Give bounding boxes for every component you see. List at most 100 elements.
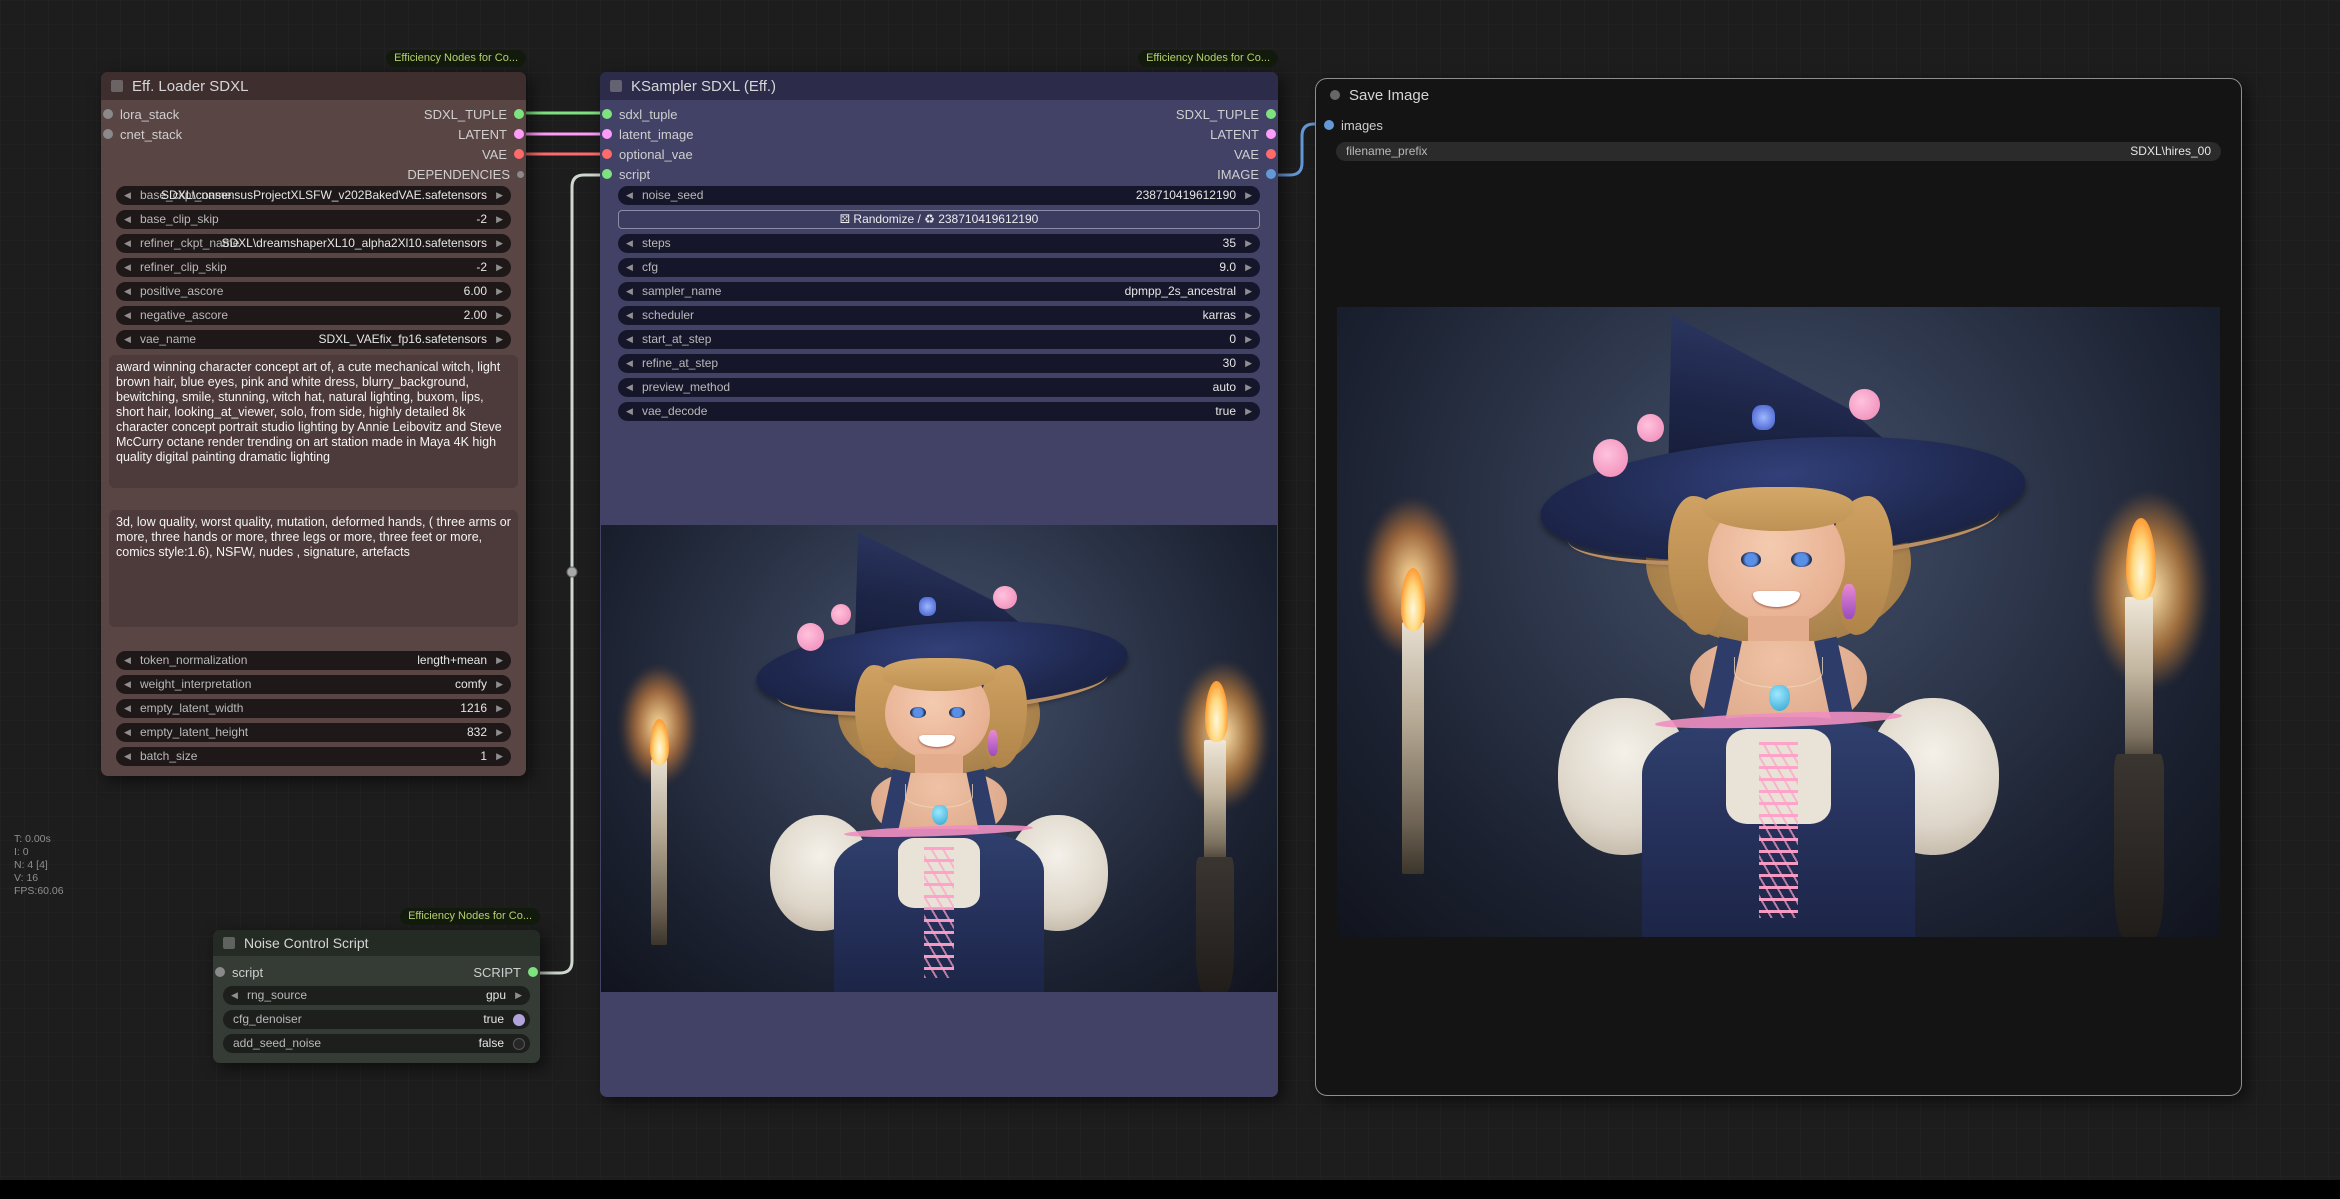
- combo-right-icon[interactable]: ▶: [496, 651, 503, 670]
- reroute-dot[interactable]: [567, 567, 577, 577]
- widget-base-clip-skip[interactable]: ◀base_clip_skip-2▶: [116, 210, 511, 229]
- port-dot[interactable]: [528, 967, 538, 977]
- node-eff-loader-sdxl[interactable]: Eff. Loader SDXL lora_stack SDXL_TUPLE c…: [101, 72, 526, 776]
- combo-right-icon[interactable]: ▶: [496, 186, 503, 205]
- output-port-vae[interactable]: VAE: [1234, 147, 1276, 162]
- collapse-icon[interactable]: [223, 937, 235, 949]
- widget-steps[interactable]: ◀steps35▶: [618, 234, 1260, 253]
- combo-left-icon[interactable]: ◀: [626, 306, 633, 325]
- combo-right-icon[interactable]: ▶: [1245, 234, 1252, 253]
- combo-right-icon[interactable]: ▶: [496, 258, 503, 277]
- combo-left-icon[interactable]: ◀: [124, 651, 131, 670]
- combo-right-icon[interactable]: ▶: [1245, 354, 1252, 373]
- collapse-icon[interactable]: [1330, 90, 1340, 100]
- widget-scheduler[interactable]: ◀schedulerkarras▶: [618, 306, 1260, 325]
- input-port-optional-vae[interactable]: optional_vae: [602, 147, 693, 162]
- combo-left-icon[interactable]: ◀: [124, 258, 131, 277]
- port-dot[interactable]: [1266, 109, 1276, 119]
- widget-cfg[interactable]: ◀cfg9.0▶: [618, 258, 1260, 277]
- combo-right-icon[interactable]: ▶: [1245, 402, 1252, 421]
- widget-add-seed-noise[interactable]: add_seed_noisefalse: [223, 1034, 530, 1053]
- combo-left-icon[interactable]: ◀: [124, 210, 131, 229]
- collapse-icon[interactable]: [610, 80, 622, 92]
- comfyui-canvas[interactable]: Efficiency Nodes for Co... Efficiency No…: [0, 0, 2340, 1199]
- output-port-script[interactable]: SCRIPT: [473, 965, 538, 980]
- port-dot[interactable]: [1324, 120, 1334, 130]
- combo-left-icon[interactable]: ◀: [124, 675, 131, 694]
- output-port-dependencies[interactable]: DEPENDENCIES: [407, 167, 524, 182]
- combo-left-icon[interactable]: ◀: [124, 306, 131, 325]
- toggle-off-icon[interactable]: [513, 1038, 525, 1050]
- widget-refine-at-step[interactable]: ◀refine_at_step30▶: [618, 354, 1260, 373]
- port-dot[interactable]: [514, 129, 524, 139]
- widget-negative-ascore[interactable]: ◀negative_ascore2.00▶: [116, 306, 511, 325]
- combo-right-icon[interactable]: ▶: [1245, 378, 1252, 397]
- widget-empty-latent-height[interactable]: ◀empty_latent_height832▶: [116, 723, 511, 742]
- widget-preview-method[interactable]: ◀preview_methodauto▶: [618, 378, 1260, 397]
- combo-right-icon[interactable]: ▶: [1245, 258, 1252, 277]
- positive-prompt-textarea[interactable]: award winning character concept art of, …: [109, 355, 518, 488]
- widget-refiner-ckpt-name[interactable]: ◀refiner_ckpt_nameSDXL\dreamshaperXL10_a…: [116, 234, 511, 253]
- port-dot[interactable]: [602, 169, 612, 179]
- combo-right-icon[interactable]: ▶: [1245, 186, 1252, 205]
- widget-batch-size[interactable]: ◀batch_size1▶: [116, 747, 511, 766]
- widget-rng-source[interactable]: ◀rng_sourcegpu▶: [223, 986, 530, 1005]
- input-port-images[interactable]: images: [1324, 115, 2241, 135]
- combo-right-icon[interactable]: ▶: [1245, 330, 1252, 349]
- port-dot[interactable]: [602, 149, 612, 159]
- combo-right-icon[interactable]: ▶: [496, 282, 503, 301]
- combo-left-icon[interactable]: ◀: [626, 282, 633, 301]
- input-port-script[interactable]: script: [215, 965, 263, 980]
- widget-start-at-step[interactable]: ◀start_at_step0▶: [618, 330, 1260, 349]
- port-dot[interactable]: [103, 129, 113, 139]
- combo-right-icon[interactable]: ▶: [515, 986, 522, 1005]
- input-port-script[interactable]: script: [602, 167, 650, 182]
- combo-left-icon[interactable]: ◀: [124, 282, 131, 301]
- combo-right-icon[interactable]: ▶: [496, 306, 503, 325]
- node-title-bar[interactable]: KSampler SDXL (Eff.): [600, 72, 1278, 100]
- output-port-vae[interactable]: VAE: [482, 147, 524, 162]
- combo-right-icon[interactable]: ▶: [496, 747, 503, 766]
- output-port-image[interactable]: IMAGE: [1217, 167, 1276, 182]
- input-port-lora-stack[interactable]: lora_stack: [103, 107, 179, 122]
- combo-left-icon[interactable]: ◀: [231, 986, 238, 1005]
- collapse-icon[interactable]: [111, 80, 123, 92]
- combo-right-icon[interactable]: ▶: [1245, 282, 1252, 301]
- combo-right-icon[interactable]: ▶: [496, 210, 503, 229]
- node-save-image[interactable]: Save Image images filename_prefix SDXL\h…: [1315, 78, 2242, 1096]
- port-dot[interactable]: [517, 171, 524, 178]
- node-title-bar[interactable]: Save Image: [1316, 79, 2241, 111]
- input-port-cnet-stack[interactable]: cnet_stack: [103, 127, 182, 142]
- combo-right-icon[interactable]: ▶: [496, 234, 503, 253]
- port-dot[interactable]: [103, 109, 113, 119]
- combo-right-icon[interactable]: ▶: [1245, 306, 1252, 325]
- widget-cfg-denoiser[interactable]: cfg_denoisertrue: [223, 1010, 530, 1029]
- combo-left-icon[interactable]: ◀: [124, 234, 131, 253]
- combo-left-icon[interactable]: ◀: [626, 330, 633, 349]
- port-dot[interactable]: [1266, 149, 1276, 159]
- node-ksampler-sdxl[interactable]: KSampler SDXL (Eff.) sdxl_tuple SDXL_TUP…: [600, 72, 1278, 1097]
- combo-left-icon[interactable]: ◀: [626, 186, 633, 205]
- port-dot[interactable]: [602, 109, 612, 119]
- combo-left-icon[interactable]: ◀: [124, 723, 131, 742]
- widget-vae-decode[interactable]: ◀vae_decodetrue▶: [618, 402, 1260, 421]
- port-dot[interactable]: [1266, 129, 1276, 139]
- widget-refiner-clip-skip[interactable]: ◀refiner_clip_skip-2▶: [116, 258, 511, 277]
- combo-left-icon[interactable]: ◀: [124, 330, 131, 349]
- combo-left-icon[interactable]: ◀: [124, 699, 131, 718]
- negative-prompt-textarea[interactable]: 3d, low quality, worst quality, mutation…: [109, 510, 518, 627]
- combo-left-icon[interactable]: ◀: [124, 186, 131, 205]
- combo-right-icon[interactable]: ▶: [496, 330, 503, 349]
- widget-token-normalization[interactable]: ◀token_normalizationlength+mean▶: [116, 651, 511, 670]
- combo-right-icon[interactable]: ▶: [496, 699, 503, 718]
- input-port-sdxl-tuple[interactable]: sdxl_tuple: [602, 107, 678, 122]
- randomize-seed-button[interactable]: ⚄ Randomize / ♻ 238710419612190: [618, 210, 1260, 229]
- widget-noise-seed[interactable]: ◀noise_seed238710419612190▶: [618, 186, 1260, 205]
- widget-filename-prefix[interactable]: filename_prefix SDXL\hires_00: [1336, 142, 2221, 161]
- combo-left-icon[interactable]: ◀: [626, 258, 633, 277]
- output-port-sdxl-tuple[interactable]: SDXL_TUPLE: [424, 107, 524, 122]
- input-port-latent-image[interactable]: latent_image: [602, 127, 693, 142]
- output-port-latent[interactable]: LATENT: [1210, 127, 1276, 142]
- widget-empty-latent-width[interactable]: ◀empty_latent_width1216▶: [116, 699, 511, 718]
- output-port-sdxl-tuple[interactable]: SDXL_TUPLE: [1176, 107, 1276, 122]
